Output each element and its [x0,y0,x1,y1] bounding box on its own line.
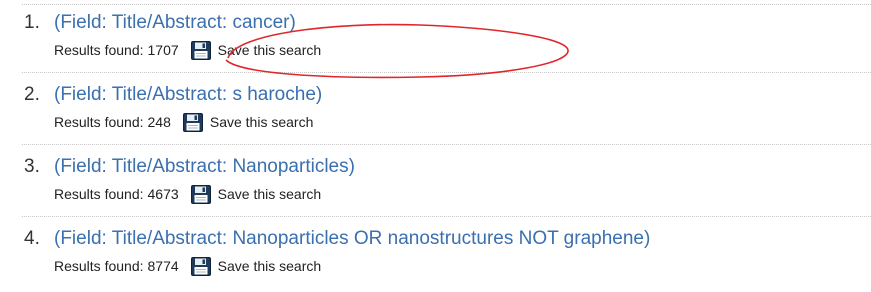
results-count: 1707 [147,42,179,58]
save-search-label: Save this search [217,42,322,58]
floppy-disk-icon [190,40,211,60]
divider [22,216,871,217]
results-label: Results found: [54,258,144,274]
save-search-button[interactable]: Save this search [190,256,322,276]
entry-number: 4. [24,228,40,249]
results-line: Results found: 1707 Save this search [54,40,322,60]
save-search-label: Save this search [217,258,322,274]
results-line: Results found: 8774 Save this search [54,256,322,276]
divider [22,4,871,5]
results-count: 248 [147,114,171,130]
floppy-disk-icon [190,184,211,204]
entry-number: 1. [24,12,40,33]
divider [22,72,871,73]
floppy-disk-icon [190,256,211,276]
save-search-button[interactable]: Save this search [190,184,322,204]
results-count: 4673 [147,186,179,202]
search-query-link[interactable]: (Field: Title/Abstract: Nanoparticles) [54,156,355,178]
save-search-label: Save this search [217,186,322,202]
divider [22,144,871,145]
entry-number: 2. [24,84,40,105]
search-history-item: 3. (Field: Title/Abstract: Nanoparticles… [0,144,871,216]
save-search-label: Save this search [209,114,314,130]
entry-number: 3. [24,156,40,177]
results-label: Results found: [54,42,144,58]
search-query-link[interactable]: (Field: Title/Abstract: s haroche) [54,84,322,106]
results-count: 8774 [147,258,179,274]
search-history-item: 2. (Field: Title/Abstract: s haroche) Re… [0,72,871,144]
results-line: Results found: 248 Save this search [54,112,314,132]
results-label: Results found: [54,114,144,130]
results-line: Results found: 4673 Save this search [54,184,322,204]
search-query-link[interactable]: (Field: Title/Abstract: cancer) [54,12,296,34]
results-label: Results found: [54,186,144,202]
search-history-item: 1. (Field: Title/Abstract: cancer) Resul… [0,0,871,72]
floppy-disk-icon [182,112,203,132]
search-history-item: 4. (Field: Title/Abstract: Nanoparticles… [0,216,871,288]
save-search-button[interactable]: Save this search [190,40,322,60]
save-search-button[interactable]: Save this search [182,112,314,132]
search-query-link[interactable]: (Field: Title/Abstract: Nanoparticles OR… [54,228,650,250]
search-history-list: 1. (Field: Title/Abstract: cancer) Resul… [0,0,871,292]
